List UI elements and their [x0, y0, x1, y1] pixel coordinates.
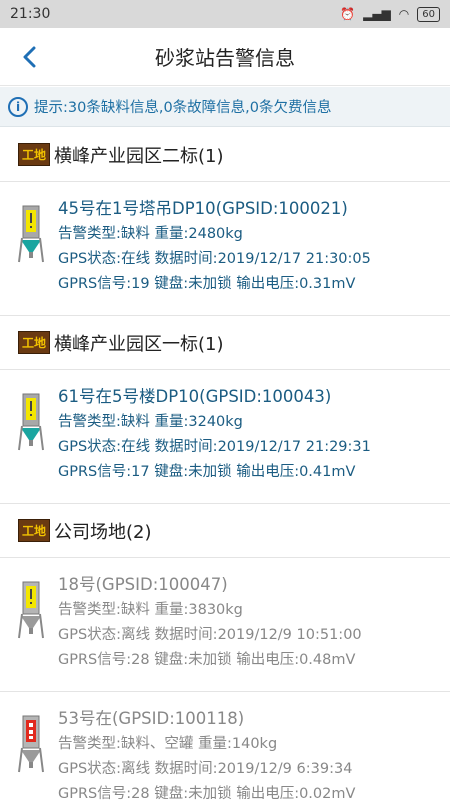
gps-status: GPS状态:在线 数据时间:2019/12/17 21:30:05 — [58, 251, 371, 267]
silo-warning-icon — [18, 580, 44, 640]
page-title: 砂浆站告警信息 — [155, 46, 295, 70]
list-item[interactable]: 18号(GPSID:100047) 告警类型:缺料 重量:3830kg GPS状态:… — [0, 558, 450, 692]
app-header: 砂浆站告警信息 — [0, 28, 450, 86]
alert-type: 告警类型:缺料、空罐 重量:140kg — [58, 736, 278, 752]
alert-type: 告警类型:缺料 重量:3240kg — [58, 414, 243, 430]
site-badge: 工地 — [18, 331, 51, 354]
gps-status: GPS状态:离线 数据时间:2019/12/9 6:39:34 — [58, 761, 353, 777]
tip-bar: i 提示:30条缺料信息,0条故障信息,0条欠费信息 — [0, 87, 450, 127]
gps-status: GPS状态:在线 数据时间:2019/12/17 21:29:31 — [58, 439, 371, 455]
group-header[interactable]: 工地 横峰产业园区一标(1) — [0, 316, 450, 370]
list-item[interactable]: 61号在5号楼DP10(GPSID:100043) 告警类型:缺料 重量:3240… — [0, 370, 450, 504]
silo-warning-icon — [18, 204, 44, 264]
gprs-signal: GPRS信号:28 键盘:未加锁 输出电压:0.48mV — [58, 652, 356, 668]
group-header[interactable]: 工地 公司场地(2) — [0, 504, 450, 558]
gprs-signal: GPRS信号:19 键盘:未加锁 输出电压:0.31mV — [58, 276, 356, 292]
status-icons: ⏰ ▂▄▆ ◠ 60 — [340, 6, 440, 22]
site-badge: 工地 — [18, 143, 51, 166]
list-item[interactable]: 53号在(GPSID:100118) 告警类型:缺料、空罐 重量:140kg GPS… — [0, 692, 450, 800]
status-bar: 21:30 ⏰ ▂▄▆ ◠ 60 — [0, 0, 450, 28]
item-name: 18号(GPSID:100047) — [58, 575, 228, 594]
group-header[interactable]: 工地 横峰产业园区二标(1) — [0, 128, 450, 182]
group-title: 横峰产业园区二标(1) — [54, 145, 224, 167]
item-name: 61号在5号楼DP10(GPSID:100043) — [58, 387, 332, 406]
site-badge: 工地 — [18, 519, 51, 542]
group-title: 横峰产业园区一标(1) — [54, 333, 224, 355]
alarm-icon: ⏰ — [340, 7, 356, 21]
item-name: 53号在(GPSID:100118) — [58, 709, 245, 728]
alert-list: 工地 横峰产业园区二标(1) 45号在1号塔吊DP10(GPSID:100021) 告… — [0, 128, 450, 800]
alert-type: 告警类型:缺料 重量:3830kg — [58, 602, 243, 618]
gprs-signal: GPRS信号:28 键盘:未加锁 输出电压:0.02mV — [58, 786, 356, 800]
gprs-signal: GPRS信号:17 键盘:未加锁 输出电压:0.41mV — [58, 464, 356, 480]
list-item[interactable]: 45号在1号塔吊DP10(GPSID:100021) 告警类型:缺料 重量:248… — [0, 182, 450, 316]
status-time: 21:30 — [10, 6, 51, 22]
silo-warning-icon — [18, 392, 44, 452]
battery-icon: 60 — [417, 6, 440, 22]
group-title: 公司场地(2) — [54, 521, 152, 543]
signal-icon: ▂▄▆ — [363, 7, 391, 21]
info-icon: i — [8, 96, 28, 117]
wifi-icon: ◠ — [398, 7, 410, 21]
tip-text: 提示:30条缺料信息,0条故障信息,0条欠费信息 — [34, 100, 332, 116]
item-name: 45号在1号塔吊DP10(GPSID:100021) — [58, 199, 348, 218]
silo-critical-icon — [18, 714, 44, 774]
back-button[interactable] — [14, 40, 44, 74]
gps-status: GPS状态:离线 数据时间:2019/12/9 10:51:00 — [58, 627, 362, 643]
chevron-left-icon — [23, 46, 36, 68]
alert-type: 告警类型:缺料 重量:2480kg — [58, 226, 243, 242]
